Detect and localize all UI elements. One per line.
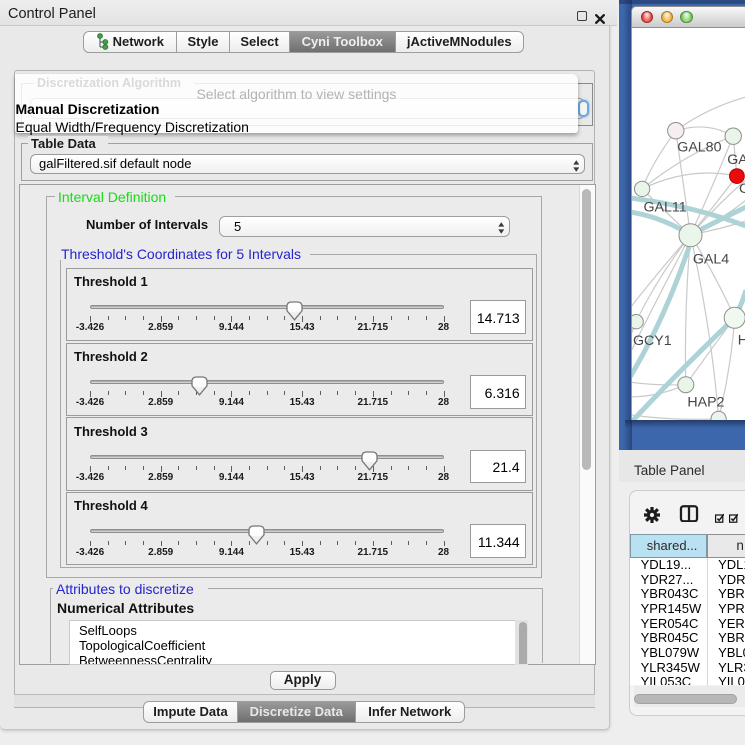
svg-text:HAP2: HAP2: [687, 394, 724, 410]
svg-text:CY: CY: [739, 181, 745, 197]
svg-text:GAL11: GAL11: [644, 200, 687, 216]
svg-text:GAL: GAL: [727, 152, 745, 168]
svg-text:GCY1: GCY1: [633, 333, 672, 349]
svg-text:GAL80: GAL80: [677, 140, 721, 156]
svg-text:H: H: [738, 333, 745, 349]
svg-text:GAL4: GAL4: [693, 251, 729, 267]
